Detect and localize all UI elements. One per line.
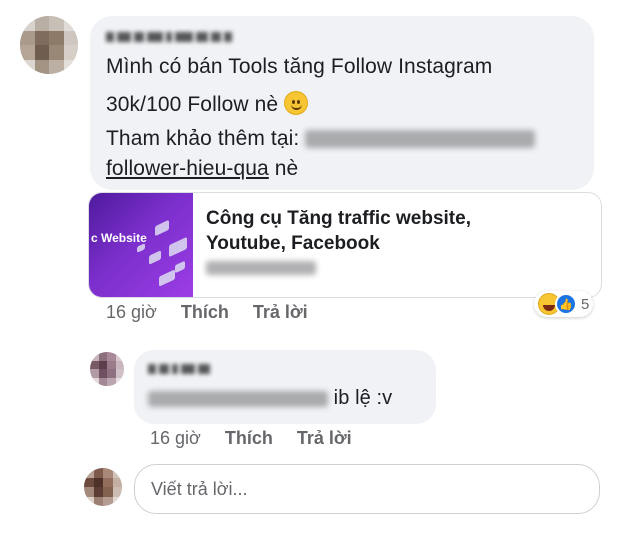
reply-like-button[interactable]: Thích bbox=[225, 428, 273, 449]
commenter-avatar[interactable] bbox=[20, 16, 78, 74]
link-preview-thumbnail: c Website bbox=[89, 193, 193, 297]
comment-line-2: 30k/100 Follow nè bbox=[106, 86, 309, 123]
reply-input-box[interactable] bbox=[134, 464, 600, 514]
comment-line-4: follower-hieu-qua nè bbox=[106, 157, 299, 180]
like-icon: 👍 bbox=[555, 293, 577, 315]
current-user-avatar bbox=[84, 468, 122, 506]
comment-actions: 16 giờ Thích Trả lời bbox=[106, 302, 308, 323]
reply-actions: 16 giờ Thích Trả lời bbox=[150, 428, 352, 449]
reply-input[interactable] bbox=[135, 465, 599, 513]
thumbnail-text: c Website bbox=[91, 231, 147, 245]
reply-text: ib lệ :v bbox=[148, 384, 392, 412]
comment-line-1: Mình có bán Tools tăng Follow Instagram bbox=[106, 55, 493, 78]
link-preview-title[interactable]: Công cụ Tăng traffic website, Youtube, F… bbox=[206, 206, 471, 256]
comment-link[interactable]: follower-hieu-qua bbox=[106, 157, 269, 180]
reaction-count: 5 bbox=[581, 295, 590, 313]
reaction-summary[interactable]: 👍 5 bbox=[534, 291, 594, 317]
replier-avatar[interactable] bbox=[90, 352, 124, 386]
reply-button[interactable]: Trả lời bbox=[253, 302, 308, 323]
link-preview-domain-redacted bbox=[206, 259, 316, 277]
reply-reply-button[interactable]: Trả lời bbox=[297, 428, 352, 449]
comment-link-redacted[interactable] bbox=[305, 127, 536, 150]
replier-name-redacted[interactable] bbox=[148, 364, 210, 374]
commenter-name-redacted[interactable] bbox=[106, 32, 232, 42]
like-button[interactable]: Thích bbox=[181, 302, 229, 323]
comment-timestamp[interactable]: 16 giờ bbox=[106, 302, 157, 323]
reply-timestamp[interactable]: 16 giờ bbox=[150, 428, 201, 449]
slightly-smiling-face-icon bbox=[284, 91, 309, 115]
link-preview-card[interactable]: c Website Công cụ Tăng traffic website, … bbox=[88, 192, 602, 298]
